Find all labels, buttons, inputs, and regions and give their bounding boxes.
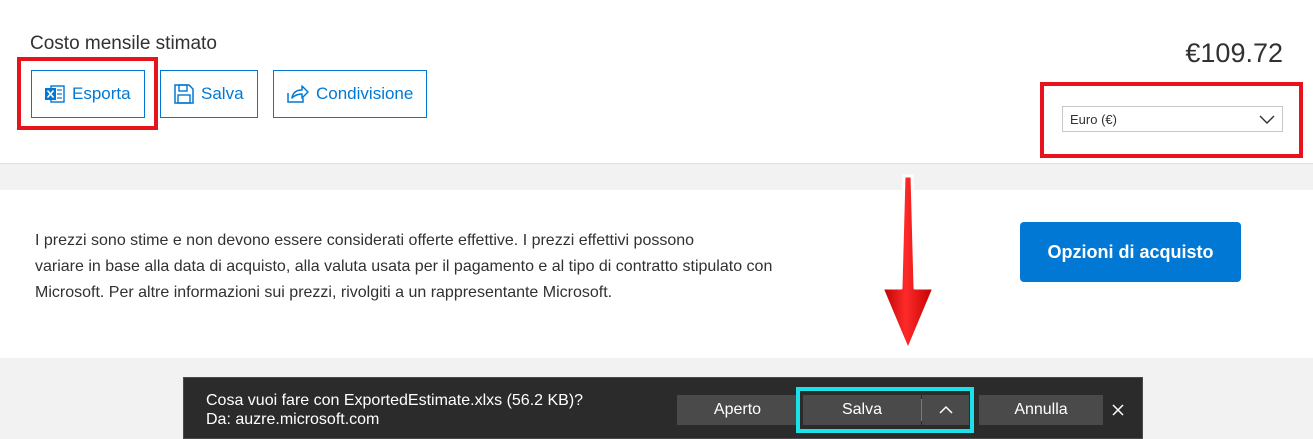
- share-icon: [287, 85, 309, 103]
- close-download-bar-button[interactable]: [1108, 400, 1128, 420]
- currency-select-value: Euro (€): [1070, 111, 1117, 127]
- share-button[interactable]: Condivisione: [273, 70, 427, 118]
- red-down-arrow-annotation: [880, 174, 936, 352]
- download-question: Cosa vuoi fare con ExportedEstimate.xlxs…: [206, 392, 584, 409]
- close-icon: [1112, 404, 1124, 416]
- disclaimer-panel: I prezzi sono stime e non devono essere …: [0, 190, 1313, 358]
- page-title: Costo mensile stimato: [30, 33, 217, 54]
- purchase-options-button[interactable]: Opzioni di acquisto: [1020, 222, 1241, 282]
- chevron-down-icon: [1259, 115, 1275, 124]
- save-file-button[interactable]: Salva: [803, 395, 921, 425]
- save-options-button[interactable]: [922, 395, 969, 425]
- disclaimer-line: variare in base alla data di acquisto, a…: [35, 258, 773, 275]
- floppy-disk-icon: [174, 84, 194, 104]
- download-source: Da: auzre.microsoft.com: [206, 411, 380, 428]
- estimate-summary-panel: Costo mensile stimato €109.72 Esporta Sa…: [0, 0, 1313, 164]
- export-button[interactable]: Esporta: [31, 70, 145, 118]
- save-button[interactable]: Salva: [160, 70, 258, 118]
- chevron-up-icon: [938, 405, 953, 414]
- open-file-button[interactable]: Aperto: [677, 395, 798, 425]
- export-button-label: Esporta: [72, 84, 131, 103]
- excel-icon: [45, 85, 65, 103]
- pricing-disclaimer: I prezzi sono stime e non devono essere …: [35, 228, 875, 306]
- disclaimer-line: Microsoft. Per altre informazioni sui pr…: [35, 284, 613, 301]
- share-button-label: Condivisione: [316, 84, 414, 103]
- disclaimer-line: I prezzi sono stime e non devono essere …: [35, 232, 695, 249]
- download-notification-bar: Cosa vuoi fare con ExportedEstimate.xlxs…: [183, 377, 1143, 439]
- save-button-label: Salva: [201, 84, 244, 103]
- download-message: Cosa vuoi fare con ExportedEstimate.xlxs…: [206, 391, 583, 429]
- currency-select[interactable]: Euro (€): [1062, 106, 1283, 132]
- estimated-total: €109.72: [1185, 38, 1283, 68]
- cancel-download-button[interactable]: Annulla: [979, 395, 1103, 425]
